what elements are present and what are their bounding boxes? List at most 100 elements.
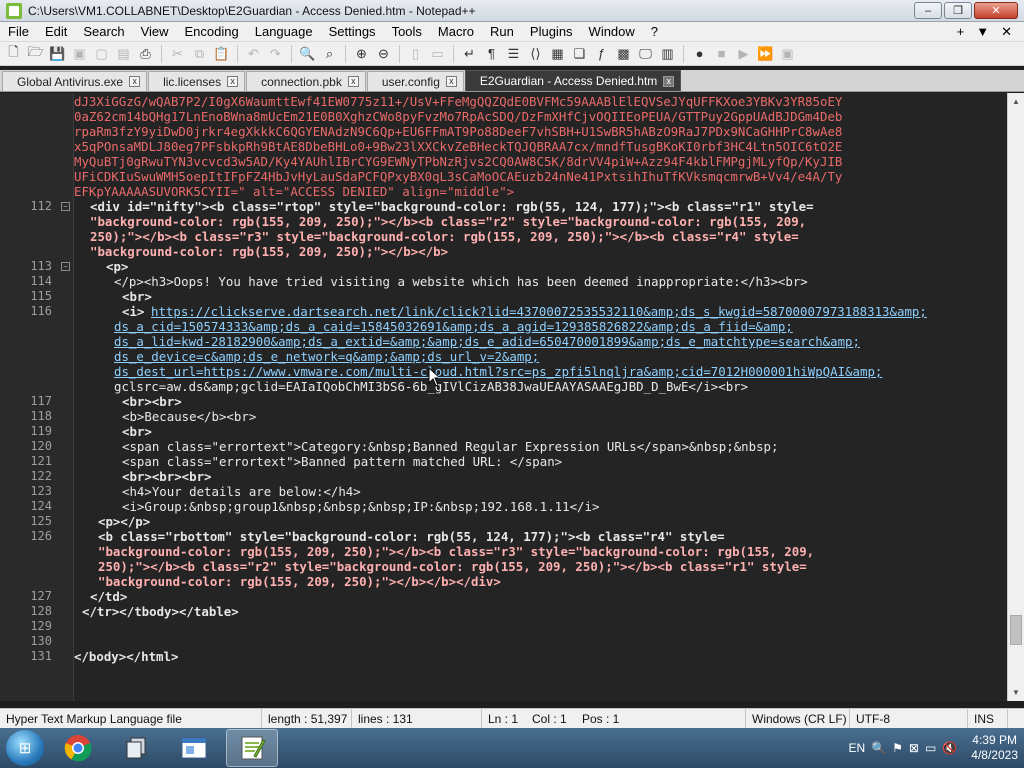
tab-global-antivirus[interactable]: Global Antivirus.exe x (2, 71, 148, 91)
line-number: 124 (30, 499, 52, 513)
undo-icon[interactable]: ↶ (244, 44, 263, 63)
action-center-icon[interactable]: ⚑ (892, 741, 903, 755)
tab-user-config[interactable]: user.config x (366, 71, 464, 91)
vertical-scrollbar[interactable]: ▲ ▼ (1007, 93, 1024, 701)
task-view-taskbar-button[interactable] (110, 729, 162, 767)
sync-vertical-icon[interactable]: ▯ (406, 44, 425, 63)
open-file-icon[interactable]: 🗁 (26, 44, 45, 63)
word-wrap-icon[interactable]: ↵ (460, 44, 479, 63)
menu-file[interactable]: File (0, 22, 37, 42)
close-all-icon[interactable]: ▤ (114, 44, 133, 63)
print-icon[interactable]: ⎙ (136, 44, 155, 63)
code-line: EFKpYAAAAASUVORK5CYII=" alt="ACCESS DENI… (74, 184, 515, 199)
run-macro-multiple-icon[interactable]: ⏩ (756, 44, 775, 63)
search-tray-icon[interactable]: 🔍 (871, 741, 886, 755)
tab-label: connection.pbk (261, 74, 342, 89)
url-link[interactable]: https://clickserve.dartsearch.net/link/c… (151, 304, 927, 319)
tab-list-dropdown-icon[interactable]: ▼ (976, 24, 989, 40)
minimize-button[interactable]: – (914, 2, 942, 19)
menu-language[interactable]: Language (247, 22, 321, 42)
close-document-icon[interactable]: ✕ (1001, 24, 1012, 40)
network-error-icon[interactable]: ⊠ (909, 741, 919, 755)
code-line-prefix: <i> (122, 304, 145, 319)
tab-e2guardian-access-denied[interactable]: E2Guardian - Access Denied.htm x (464, 70, 682, 91)
url-link[interactable]: ds_a_lid=kwd-28182900&amp;ds_a_extid=&am… (114, 334, 860, 349)
panel-icon[interactable]: ▥ (658, 44, 677, 63)
cut-icon[interactable]: ✂ (168, 44, 187, 63)
redo-icon[interactable]: ↷ (266, 44, 285, 63)
code-view[interactable]: dJ3XiGGzG/wQAB7P2/I0gX6WaumttEwf41EW0775… (74, 93, 1007, 701)
language-indicator[interactable]: EN (849, 741, 866, 755)
zoom-out-icon[interactable]: ⊖ (374, 44, 393, 63)
url-link[interactable]: ds_a_cid=150574333&amp;ds_a_caid=1584503… (114, 319, 793, 334)
replace-icon[interactable]: ⌕ (320, 44, 339, 63)
scroll-down-icon[interactable]: ▼ (1008, 684, 1024, 701)
monitor-icon[interactable]: 🖵 (636, 44, 655, 63)
doc-list-icon[interactable]: ❏ (570, 44, 589, 63)
zoom-in-icon[interactable]: ⊕ (352, 44, 371, 63)
document-taskbar-button[interactable] (168, 729, 220, 767)
code-line: <h4>Your details are below:</h4> (122, 484, 361, 499)
save-icon[interactable]: 💾 (48, 44, 67, 63)
menu-run[interactable]: Run (482, 22, 522, 42)
menu-macro[interactable]: Macro (430, 22, 482, 42)
show-all-chars-icon[interactable]: ¶ (482, 44, 501, 63)
chrome-taskbar-button[interactable] (52, 729, 104, 767)
save-macro-icon[interactable]: ▣ (778, 44, 797, 63)
notepadpp-icon (6, 2, 22, 19)
line-number: 126 (30, 529, 52, 543)
tab-close-icon[interactable]: x (445, 76, 457, 87)
indent-guide-icon[interactable]: ☰ (504, 44, 523, 63)
menu-help[interactable]: ? (643, 22, 666, 42)
volume-muted-icon[interactable]: 🔇 (942, 741, 957, 755)
function-list-icon[interactable]: ƒ (592, 44, 611, 63)
code-line: x5qPOnsaMDLJ80eg7PFsbkpRh9BtAE8DbeBHLo0+… (74, 139, 843, 154)
windows-stack-icon (126, 737, 146, 759)
fold-collapse-icon[interactable]: − (61, 202, 70, 211)
tab-close-icon[interactable]: x (663, 75, 675, 87)
display-icon[interactable]: ▭ (925, 741, 936, 755)
url-link[interactable]: ds_e_device=c&amp;ds_e_network=q&amp;&am… (114, 349, 539, 364)
menu-settings[interactable]: Settings (321, 22, 384, 42)
menu-window[interactable]: Window (581, 22, 643, 42)
fold-collapse-icon[interactable]: − (61, 262, 70, 271)
clock-date: 4/8/2023 (971, 748, 1018, 762)
start-button[interactable]: ⊞ (6, 730, 44, 766)
new-tab-plus-icon[interactable]: + (957, 24, 965, 40)
tab-close-icon[interactable]: x (227, 76, 239, 87)
menu-plugins[interactable]: Plugins (522, 22, 581, 42)
paste-icon[interactable]: 📋 (212, 44, 231, 63)
close-file-icon[interactable]: ▢ (92, 44, 111, 63)
notepadpp-taskbar-button[interactable] (226, 729, 278, 767)
menu-search[interactable]: Search (75, 22, 132, 42)
copy-icon[interactable]: ⧉ (190, 44, 209, 63)
menu-tools[interactable]: Tools (384, 22, 430, 42)
title-bar: C:\Users\VM1.COLLABNET\Desktop\E2Guardia… (0, 0, 1024, 22)
sync-horizontal-icon[interactable]: ▭ (428, 44, 447, 63)
tab-label: Global Antivirus.exe (17, 74, 124, 89)
record-macro-icon[interactable]: ● (690, 44, 709, 63)
menu-edit[interactable]: Edit (37, 22, 75, 42)
line-number: 114 (30, 274, 52, 288)
tab-close-icon[interactable]: x (347, 76, 359, 87)
tab-connection-pbk[interactable]: connection.pbk x (246, 71, 366, 91)
url-link[interactable]: ds_dest_url=https://www.vmware.com/multi… (114, 364, 882, 379)
play-macro-icon[interactable]: ▶ (734, 44, 753, 63)
close-button[interactable]: ✕ (974, 2, 1018, 19)
new-file-icon[interactable]: 🗋 (4, 44, 23, 63)
save-all-icon[interactable]: ▣ (70, 44, 89, 63)
xml-tag-icon[interactable]: ⟨⟩ (526, 44, 545, 63)
tab-close-icon[interactable]: x (129, 76, 141, 87)
clock[interactable]: 4:39 PM 4/8/2023 (971, 733, 1018, 763)
scroll-up-icon[interactable]: ▲ (1008, 93, 1024, 110)
folder-workspace-icon[interactable]: ▩ (614, 44, 633, 63)
map-icon[interactable]: ▦ (548, 44, 567, 63)
stop-macro-icon[interactable]: ■ (712, 44, 731, 63)
scrollbar-thumb[interactable] (1010, 615, 1022, 645)
toolbar-separator (237, 44, 238, 63)
menu-encoding[interactable]: Encoding (177, 22, 247, 42)
maximize-button[interactable]: ❐ (944, 2, 972, 19)
tab-lic-licenses[interactable]: lic.licenses x (148, 71, 246, 91)
find-icon[interactable]: 🔍 (298, 44, 317, 63)
menu-view[interactable]: View (133, 22, 177, 42)
